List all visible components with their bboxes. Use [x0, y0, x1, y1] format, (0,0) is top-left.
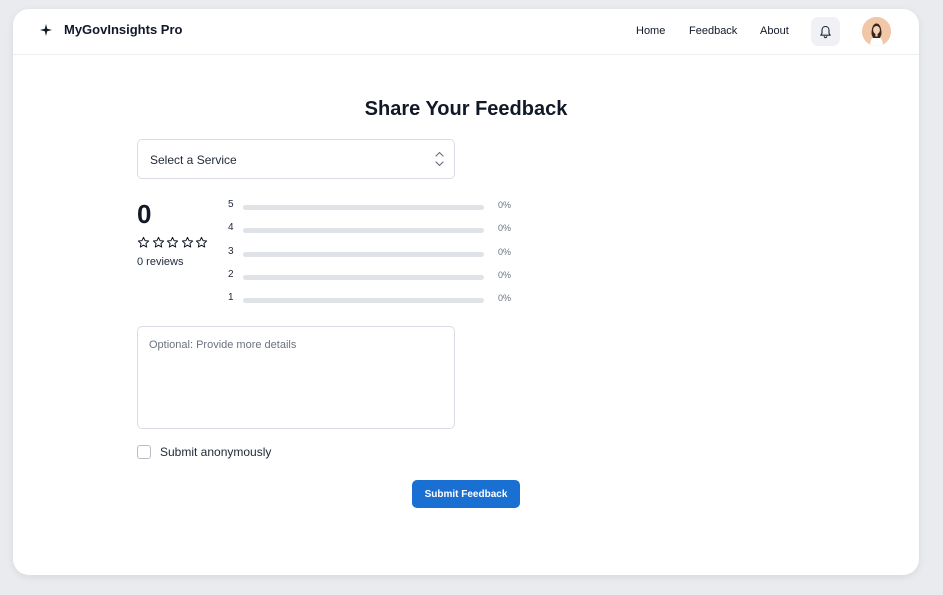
distribution-bar — [243, 298, 484, 304]
brand[interactable]: MyGovInsights Pro — [40, 22, 182, 37]
distribution-bar — [243, 228, 484, 234]
average-rating: 0 — [137, 199, 152, 229]
submit-feedback-button[interactable]: Submit Feedback — [412, 480, 520, 508]
anonymous-checkbox[interactable] — [137, 445, 151, 459]
distribution-percent: 0% — [498, 246, 512, 257]
rating-distribution-row: 1 0% — [228, 292, 528, 306]
service-select-value: Select a Service — [150, 153, 237, 167]
distribution-star-label: 3 — [228, 245, 234, 257]
distribution-percent: 0% — [498, 269, 512, 280]
notifications-button[interactable] — [811, 17, 840, 46]
nav-link-feedback[interactable]: Feedback — [689, 25, 737, 37]
user-avatar[interactable] — [862, 17, 891, 46]
distribution-bar — [243, 205, 484, 210]
review-count: 0 reviews — [137, 256, 184, 268]
distribution-star-label: 4 — [228, 222, 234, 234]
details-textarea[interactable] — [137, 326, 455, 429]
distribution-bar — [243, 251, 484, 257]
page-title: Share Your Feedback — [364, 98, 568, 120]
distribution-percent: 0% — [498, 223, 512, 234]
distribution-percent: 0% — [498, 293, 512, 304]
star-icon[interactable] — [195, 236, 208, 249]
distribution-star-label: 1 — [228, 292, 234, 304]
rating-distribution-row: 4 0% — [228, 222, 528, 236]
star-icon[interactable] — [152, 236, 165, 249]
distribution-bar — [243, 274, 484, 280]
star-icon[interactable] — [166, 236, 179, 249]
star-icon[interactable] — [137, 236, 150, 249]
service-select[interactable]: Select a Service — [137, 139, 455, 179]
top-navbar: MyGovInsights Pro Home Feedback About — [13, 9, 919, 55]
nav-link-home[interactable]: Home — [636, 25, 665, 37]
brand-name: MyGovInsights Pro — [64, 22, 183, 37]
sparkle-icon — [40, 23, 52, 36]
anonymous-option[interactable]: Submit anonymously — [137, 445, 271, 459]
rating-distribution-row: 5 0% — [228, 199, 528, 213]
rating-distribution-row: 2 0% — [228, 269, 528, 283]
distribution-star-label: 2 — [228, 268, 234, 280]
star-rating[interactable] — [137, 236, 210, 249]
bell-icon — [820, 25, 831, 38]
distribution-percent: 0% — [498, 200, 512, 210]
star-icon[interactable] — [181, 236, 194, 249]
anonymous-label: Submit anonymously — [160, 445, 272, 459]
chevron-up-down-icon — [435, 151, 444, 167]
distribution-star-label: 5 — [228, 199, 234, 210]
avatar-image — [862, 17, 891, 46]
rating-distribution-row: 3 0% — [228, 246, 528, 260]
app-window: MyGovInsights Pro Home Feedback About Sh… — [13, 9, 919, 575]
nav-link-about[interactable]: About — [760, 25, 789, 37]
